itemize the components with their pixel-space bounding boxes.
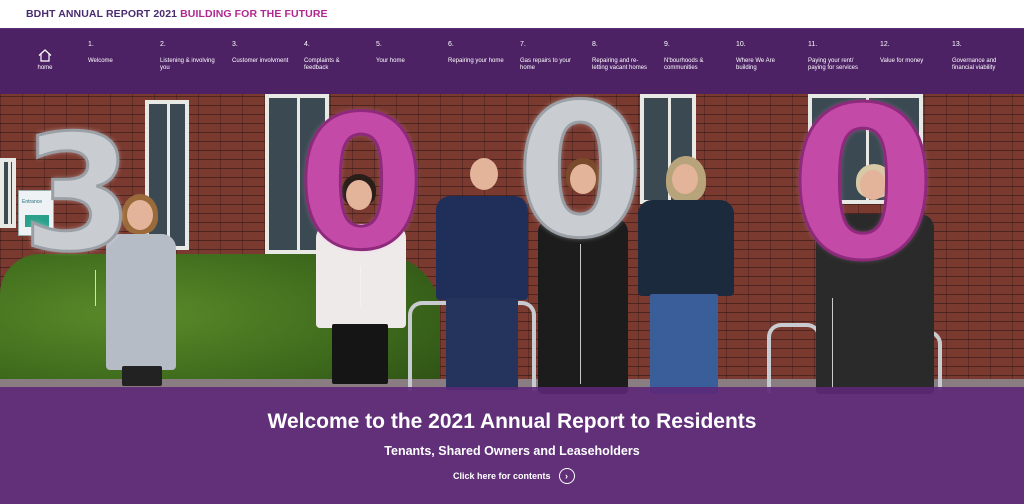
nav-item-label: Paying your rent/ paying for services: [808, 58, 859, 71]
report-title: BDHT ANNUAL REPORT 2021: [26, 8, 178, 20]
person-figure: [638, 156, 734, 394]
home-icon: [38, 49, 52, 62]
contents-link[interactable]: Click here for contents ›: [453, 466, 575, 486]
nav-item-vacant-homes[interactable]: 8. Repairing and re-letting vacant homes: [592, 41, 652, 72]
nav-item-number: 8.: [592, 41, 598, 48]
nav-item-number: 10.: [736, 41, 746, 48]
nav-item-listening[interactable]: 2. Listening & involving you: [160, 41, 222, 72]
nav-item-customer-involvement[interactable]: 3. Customer involvment: [232, 41, 294, 65]
nav-item-number: 1.: [88, 41, 94, 48]
nav-item-number: 11.: [808, 41, 818, 48]
main-nav: home 1. Welcome 2. Listening & involving…: [0, 28, 1024, 94]
contents-link-label: Click here for contents: [453, 471, 551, 481]
nav-home-label: home: [37, 65, 53, 71]
top-bar: BDHT ANNUAL REPORT 2021 BUILDING FOR THE…: [0, 0, 1024, 28]
nav-item-neighbourhoods[interactable]: 9. N'bourhoods & communities: [664, 41, 720, 72]
nav-item-complaints[interactable]: 4. Complaints & feedback: [304, 41, 354, 72]
balloon-digit: 0: [788, 94, 937, 307]
balloon-digit: 0: [514, 94, 645, 279]
nav-item-label: Welcome: [88, 58, 113, 64]
report-tagline: BUILDING FOR THE FUTURE: [180, 8, 328, 20]
nav-item-label: Governance and financial viability: [952, 58, 997, 71]
nav-item-label: Repairing and re-letting vacant homes: [592, 58, 648, 71]
building-window: [0, 158, 16, 228]
nav-item-label: N'bourhoods & communities: [664, 58, 704, 71]
nav-item-repairing[interactable]: 6. Repairing your home: [448, 41, 512, 65]
nav-item-governance[interactable]: 13. Governance and financial viability: [952, 41, 1012, 72]
nav-item-where-we-are-building[interactable]: 10. Where We Are building: [736, 41, 792, 72]
nav-item-label: Your home: [376, 58, 405, 64]
chevron-right-circle-icon[interactable]: ›: [558, 468, 575, 484]
nav-item-label: Customer involvment: [232, 58, 289, 64]
nav-item-number: 9.: [664, 41, 670, 48]
page-title: Welcome to the 2021 Annual Report to Res…: [267, 410, 757, 433]
nav-item-label: Complaints & feedback: [304, 58, 340, 71]
nav-item-number: 7.: [520, 41, 526, 48]
balloon-string: [832, 298, 833, 388]
nav-item-number: 4.: [304, 41, 310, 48]
nav-item-label: Where We Are building: [736, 58, 775, 71]
nav-item-your-home[interactable]: 5. Your home: [376, 41, 436, 65]
nav-item-gas-repairs[interactable]: 7. Gas repairs to your home: [520, 41, 578, 72]
balloon-digit: 3: [21, 100, 135, 287]
nav-item-label: Repairing your home: [448, 58, 504, 64]
nav-item-label: Listening & involving you: [160, 58, 215, 71]
nav-item-paying-rent[interactable]: 11. Paying your rent/ paying for service…: [808, 41, 868, 72]
nav-item-number: 3.: [232, 41, 238, 48]
report-brand[interactable]: BDHT ANNUAL REPORT 2021 BUILDING FOR THE…: [26, 8, 328, 20]
nav-item-label: Gas repairs to your home: [520, 58, 572, 71]
nav-item-value-for-money[interactable]: 12. Value for money: [880, 41, 940, 65]
nav-item-welcome[interactable]: 1. Welcome: [88, 41, 148, 65]
nav-item-number: 13.: [952, 41, 962, 48]
nav-item-number: 5.: [376, 41, 382, 48]
balloon-digit: 0: [295, 94, 426, 291]
nav-item-label: Value for money: [880, 58, 924, 64]
nav-home[interactable]: home: [34, 49, 56, 71]
nav-item-number: 6.: [448, 41, 454, 48]
page-subtitle: Tenants, Shared Owners and Leaseholders: [384, 444, 640, 458]
nav-item-number: 2.: [160, 41, 166, 48]
nav-item-number: 12.: [880, 41, 890, 48]
